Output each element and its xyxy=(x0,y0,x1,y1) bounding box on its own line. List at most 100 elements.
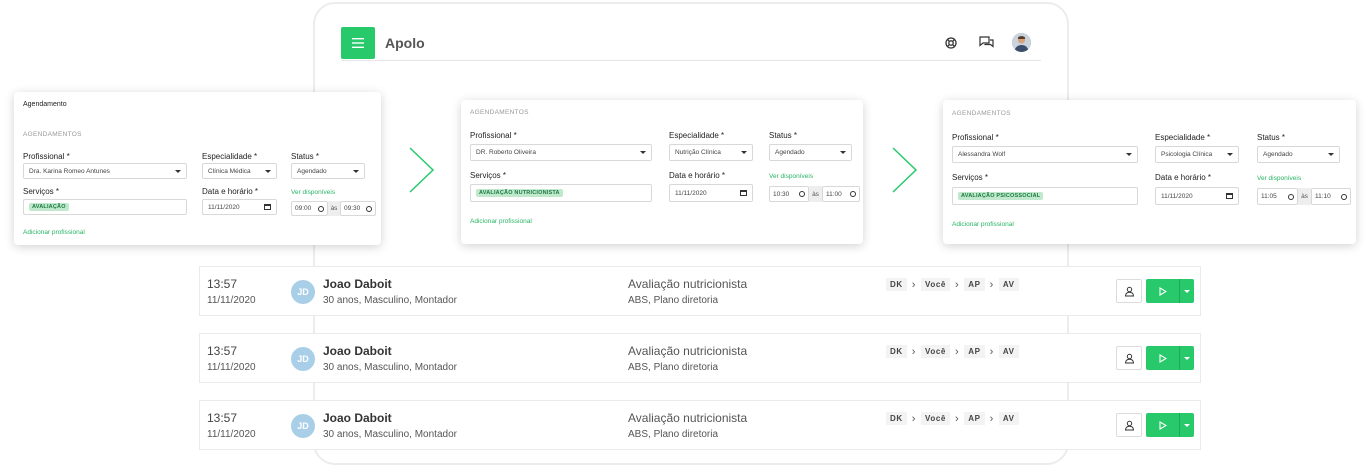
date-input[interactable]: 11/11/2020 xyxy=(1155,187,1239,205)
support-icon[interactable] xyxy=(944,36,958,50)
chevron-down-icon[interactable] xyxy=(1180,279,1194,303)
time-end-input[interactable]: 09:30 xyxy=(340,201,376,216)
workflow-steps: DK › Você › AP › AV xyxy=(886,278,1019,291)
workflow-steps: DK › Você › AP › AV xyxy=(886,345,1019,358)
table-row[interactable]: 13:57 11/11/2020 JD Joao Daboit 30 anos,… xyxy=(199,266,1201,316)
chevron-right-icon: › xyxy=(911,345,917,358)
date-input[interactable]: 11/11/2020 xyxy=(202,199,277,215)
start-button[interactable] xyxy=(1146,413,1194,437)
clock-icon xyxy=(366,205,372,212)
status-select[interactable]: Agendado xyxy=(769,144,852,161)
ver-disponiveis-link[interactable]: Ver disponíveis xyxy=(769,173,813,180)
servicos-field[interactable]: AVALIAÇÃO xyxy=(23,199,187,215)
row-date: 11/11/2020 xyxy=(207,295,256,306)
especialidade-select[interactable]: Psicologia Clínica xyxy=(1155,146,1239,163)
calendar-icon xyxy=(264,204,271,210)
user-icon xyxy=(1124,420,1134,430)
profissional-select[interactable]: Alessandra Wolf xyxy=(952,146,1138,163)
play-icon[interactable] xyxy=(1146,346,1180,370)
profissional-label: Profissional * xyxy=(470,131,517,140)
time-start-input[interactable]: 09:00 xyxy=(291,201,328,216)
chevron-down-icon[interactable] xyxy=(1180,413,1194,437)
table-row[interactable]: 13:57 11/11/2020 JD Joao Daboit 30 anos,… xyxy=(199,333,1201,383)
play-icon[interactable] xyxy=(1146,413,1180,437)
section-title: AGENDAMENTOS xyxy=(952,110,1011,117)
chevron-down-icon xyxy=(353,169,359,173)
chevron-right-icon: › xyxy=(911,278,917,291)
row-time: 13:57 xyxy=(207,344,238,358)
data-label: Data e horário * xyxy=(202,187,259,196)
chevron-right-icon xyxy=(408,146,436,194)
row-time: 13:57 xyxy=(207,411,238,425)
chat-icon[interactable] xyxy=(978,35,994,49)
patient-button[interactable] xyxy=(1116,346,1142,370)
service-chip[interactable]: AVALIAÇÃO NUTRICIONISTA xyxy=(476,189,563,197)
profissional-select[interactable]: Dra. Karina Romeo Antunes xyxy=(23,163,187,179)
service-chip[interactable]: AVALIAÇÃO PSICOSSOCIAL xyxy=(958,192,1044,200)
row-time: 13:57 xyxy=(207,277,238,291)
patient-name[interactable]: Joao Daboit xyxy=(323,277,392,291)
clock-icon xyxy=(850,191,856,197)
status-select[interactable]: Agendado xyxy=(1257,146,1340,163)
workflow-step: DK xyxy=(886,278,907,291)
table-row[interactable]: 13:57 11/11/2020 JD Joao Daboit 30 anos,… xyxy=(199,400,1201,450)
workflow-step: AV xyxy=(998,412,1019,425)
time-end-value: 11:10 xyxy=(1315,193,1331,200)
data-label: Data e horário * xyxy=(669,171,726,180)
start-button[interactable] xyxy=(1146,279,1194,303)
calendar-icon xyxy=(1226,193,1233,199)
chevron-down-icon xyxy=(1227,153,1233,156)
profissional-label: Profissional * xyxy=(952,133,999,142)
workflow-step: Você xyxy=(921,412,950,425)
chevron-right-icon: › xyxy=(954,278,960,291)
time-start-input[interactable]: 10:30 xyxy=(769,186,809,202)
especialidade-select[interactable]: Clínica Médica xyxy=(202,163,277,179)
time-end-input[interactable]: 11:10 xyxy=(1311,188,1351,205)
patient-avatar: JD xyxy=(291,414,315,438)
especialidade-label: Especialidade * xyxy=(202,152,258,161)
especialidade-label: Especialidade * xyxy=(669,131,725,140)
date-input[interactable]: 11/11/2020 xyxy=(669,184,753,202)
add-professional-link[interactable]: Adicionar profissional xyxy=(952,221,1014,228)
chevron-down-icon[interactable] xyxy=(1180,346,1194,370)
chevron-down-icon xyxy=(741,151,747,154)
servicos-field[interactable]: AVALIAÇÃO PSICOSSOCIAL xyxy=(952,187,1138,205)
ver-disponiveis-link[interactable]: Ver disponíveis xyxy=(1257,175,1301,182)
status-value: Agendado xyxy=(1263,151,1293,158)
especialidade-value: Clínica Médica xyxy=(208,167,251,175)
time-end-input[interactable]: 11:00 xyxy=(822,186,860,202)
patient-name[interactable]: Joao Daboit xyxy=(323,344,392,358)
especialidade-select[interactable]: Nutrição Clínica xyxy=(669,144,753,161)
date-value: 11/11/2020 xyxy=(208,203,240,211)
time-separator: às xyxy=(328,201,340,216)
profissional-select[interactable]: DR. Roberto Oliveira xyxy=(470,144,652,161)
clock-icon xyxy=(1341,193,1347,200)
patient-info: 30 anos, Masculino, Montador xyxy=(323,429,457,440)
appointment-card-3: AGENDAMENTOS Profissional * Alessandra W… xyxy=(943,100,1356,244)
chevron-down-icon xyxy=(175,169,181,173)
workflow-step: AV xyxy=(998,345,1019,358)
section-title: AGENDAMENTOS xyxy=(23,131,82,138)
ver-disponiveis-link[interactable]: Ver disponíveis xyxy=(291,189,335,196)
add-professional-link[interactable]: Adicionar profissional xyxy=(23,229,85,236)
status-label: Status * xyxy=(1257,133,1286,142)
service-chip[interactable]: AVALIAÇÃO xyxy=(29,203,69,211)
add-professional-link[interactable]: Adicionar profissional xyxy=(470,218,532,225)
section-title: AGENDAMENTOS xyxy=(470,109,529,116)
patient-name[interactable]: Joao Daboit xyxy=(323,411,392,425)
user-icon xyxy=(1124,353,1134,363)
servicos-field[interactable]: AVALIAÇÃO NUTRICIONISTA xyxy=(470,184,652,202)
patient-button[interactable] xyxy=(1116,413,1142,437)
menu-button[interactable] xyxy=(341,27,375,59)
service-name: Avaliação nutricionista xyxy=(628,277,748,291)
time-start-input[interactable]: 11:05 xyxy=(1257,188,1298,205)
profissional-value: Alessandra Wolf xyxy=(958,151,1006,158)
user-avatar[interactable] xyxy=(1012,33,1031,52)
patient-button[interactable] xyxy=(1116,279,1142,303)
play-icon[interactable] xyxy=(1146,279,1180,303)
start-button[interactable] xyxy=(1146,346,1194,370)
clock-icon xyxy=(1288,193,1294,200)
service-plan: ABS, Plano diretoria xyxy=(628,429,719,440)
status-label: Status * xyxy=(769,131,798,140)
status-select[interactable]: Agendado xyxy=(291,163,365,179)
